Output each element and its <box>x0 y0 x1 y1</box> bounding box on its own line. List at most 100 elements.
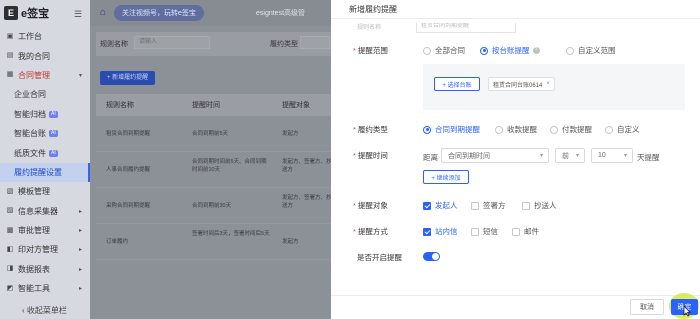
chevron-right-icon: ▸ <box>78 247 82 254</box>
radio-dot <box>566 46 574 55</box>
chevron-right-icon: ▸ <box>78 228 82 235</box>
sidebar-item-label: 合同管理 <box>18 70 50 80</box>
checkbox <box>471 227 479 236</box>
radio-dot <box>605 125 613 134</box>
type-option-pay[interactable]: 付款提醒 <box>550 124 592 135</box>
radio-dot <box>495 125 503 134</box>
sidebar-item-label: 信息采集器 <box>18 206 58 216</box>
type-option-expiry[interactable]: 合同到期提醒 <box>423 124 480 135</box>
table-row[interactable]: 租赁合同到期提醒 合同到期前5天 发起方 <box>96 116 336 152</box>
sidebar-item-approvals[interactable]: ▩ 审批管理 ▸ <box>0 221 90 240</box>
select-ledger-button[interactable]: + 选择台账 <box>434 77 480 91</box>
table-cell: 合同到期前5天 <box>192 131 229 137</box>
filter-label: 规则名称 <box>100 41 128 48</box>
user-info[interactable]: esigntest高级管 <box>256 8 305 18</box>
sidebar-item-label: 模板管理 <box>18 187 50 197</box>
sidebar-item-enterprise-contracts[interactable]: 企业合同 <box>0 85 90 104</box>
time-suffix: 天提醒 <box>637 153 660 162</box>
type-option-custom[interactable]: 自定义 <box>605 124 640 135</box>
filter-label: 履约类型 <box>270 41 298 48</box>
time-prefix: 距离 <box>423 153 438 162</box>
rule-name-label: 规则名称 <box>357 25 382 31</box>
scope-option-all[interactable]: 全部合同 <box>423 45 465 56</box>
scope-label: * 提醒范围 <box>353 46 388 55</box>
table-cell: 发起方 <box>282 239 299 245</box>
add-time-button[interactable]: + 继续添加 <box>423 170 469 184</box>
approval-icon: ▩ <box>6 226 14 234</box>
mouse-pointer-icon <box>683 305 691 317</box>
days-select[interactable]: 10 ▾ <box>591 148 633 163</box>
table-cell: 合同到期前30天 <box>192 203 232 209</box>
sidebar-item-label: 工作台 <box>18 32 42 42</box>
table-header-cell: 规则名称 <box>106 102 134 109</box>
table-row[interactable]: 人事合同履约提醒 合同到期时间前5天、合同到期时间前10天 发起方、签署方、抄送… <box>96 152 336 188</box>
collector-icon: ▨ <box>6 207 14 215</box>
ledger-tag: 租赁合同台账0614 × <box>488 77 555 91</box>
method-option-inbox[interactable]: 站内信 <box>423 226 458 237</box>
chevron-right-icon: ▸ <box>78 286 82 293</box>
target-option-cc[interactable]: 抄送人 <box>522 200 557 211</box>
home-icon[interactable]: ⌂ <box>100 7 106 18</box>
rule-name-input[interactable]: 请输入 <box>134 36 210 49</box>
scope-option-ledger[interactable]: 按台账提醒? <box>480 45 540 56</box>
chevron-right-icon: ▸ <box>78 208 82 215</box>
table-cell: 发起方、签署方、抄送方 <box>282 159 332 173</box>
tools-icon: ◩ <box>6 284 14 292</box>
template-icon: ▧ <box>6 187 14 195</box>
chevron-down-icon: ▾ <box>78 72 82 79</box>
table-header-cell: 提醒对象 <box>282 102 310 109</box>
time-field-select[interactable]: 合同到期时间 ▾ <box>441 148 549 163</box>
follow-banner[interactable]: 关注视频号，玩转e签宝 <box>114 5 204 21</box>
sidebar-item-paper-files[interactable]: 纸质文件 AI <box>0 143 90 162</box>
checkbox <box>423 227 431 236</box>
target-option-initiator[interactable]: 发起人 <box>423 200 458 211</box>
method-label: * 提醒方式 <box>353 227 388 236</box>
close-icon[interactable]: × <box>546 81 550 87</box>
drawer-title: 新增履约提醒 <box>349 5 397 14</box>
sidebar-item-contract-management[interactable]: ▦ 合同管理 ▾ <box>0 66 90 85</box>
checkbox <box>512 227 520 236</box>
new-reminder-button[interactable]: + 新增履约提醒 <box>100 71 156 85</box>
sidebar-item-info-collector[interactable]: ▨ 信息采集器 ▸ <box>0 202 90 221</box>
sidebar-item-reports[interactable]: ◨ 数据报表 ▸ <box>0 260 90 279</box>
scope-option-custom[interactable]: 自定义范围 <box>566 45 616 56</box>
table-header-cell: 提醒时间 <box>192 102 220 109</box>
help-icon[interactable]: ? <box>532 47 540 54</box>
divider <box>331 18 700 19</box>
enable-toggle[interactable] <box>423 252 440 261</box>
rules-table: 规则名称 提醒时间 提醒对象 租赁合同到期提醒 合同到期前5天 发起方 人事合同… <box>96 94 336 260</box>
ai-badge: AI <box>49 110 58 118</box>
divider <box>331 295 700 296</box>
sidebar-item-label: 智能工具 <box>18 284 50 294</box>
table-cell: 合同到期时间前5天、合同到期时间前10天 <box>192 159 267 173</box>
sidebar-item-label: 数据报表 <box>18 264 50 274</box>
sidebar-item-my-contracts[interactable]: ▤ 我的合同 <box>0 46 90 65</box>
type-select[interactable] <box>300 36 330 49</box>
table-row[interactable]: 订单履约 签署时间后3天，签署时间后5天 发起方 <box>96 224 336 260</box>
collapse-menu-button[interactable]: ‹ 收起菜单栏 <box>22 305 67 316</box>
new-reminder-drawer: 新增履约提醒 规则名称 租赁合同到期提醒 * 提醒范围 全部合同 按台账提醒? 自… <box>331 0 700 319</box>
direction-select[interactable]: 前 ▾ <box>555 148 585 163</box>
sidebar-item-counterparty[interactable]: ◧ 印对方管理 ▸ <box>0 240 90 259</box>
sidebar-item-workbench[interactable]: ▣ 工作台 <box>0 27 90 46</box>
sidebar-item-label: 我的合同 <box>18 51 50 61</box>
sidebar-item-smart-ledger[interactable]: 智能台账 AI <box>0 124 90 143</box>
sidebar-item-reminder-settings[interactable]: 履约提醒设置 <box>0 162 90 183</box>
sidebar-item-label: 纸质文件 <box>14 148 46 158</box>
method-option-sms[interactable]: 短信 <box>471 226 498 237</box>
type-option-receive[interactable]: 收款提醒 <box>495 124 537 135</box>
radio-dot <box>423 125 431 134</box>
checkbox <box>423 201 431 210</box>
cancel-button[interactable]: 取消 <box>630 299 664 315</box>
sidebar-item-smart-tools[interactable]: ◩ 智能工具 ▸ <box>0 279 90 298</box>
sidebar-item-smart-archive[interactable]: 智能归档 AI <box>0 105 90 124</box>
target-option-signer[interactable]: 签署方 <box>471 200 506 211</box>
time-label: * 提醒时间 <box>353 151 388 160</box>
method-option-email[interactable]: 邮件 <box>512 226 539 237</box>
table-cell: 采购合同到期提醒 <box>106 203 151 209</box>
sidebar: E e签宝 ☰ ▣ 工作台 ▤ 我的合同 ▦ 合同管理 ▾ 企业合同 智能归档 AI 智能… <box>0 0 90 319</box>
table-row[interactable]: 采购合同到期提醒 合同到期前30天 发起方、签署方、抄送方 <box>96 188 336 224</box>
sidebar-item-templates[interactable]: ▧ 模板管理 <box>0 182 90 201</box>
menu-icon[interactable]: ☰ <box>74 9 82 20</box>
rule-name-field[interactable]: 租赁合同到期提醒 <box>416 23 516 33</box>
